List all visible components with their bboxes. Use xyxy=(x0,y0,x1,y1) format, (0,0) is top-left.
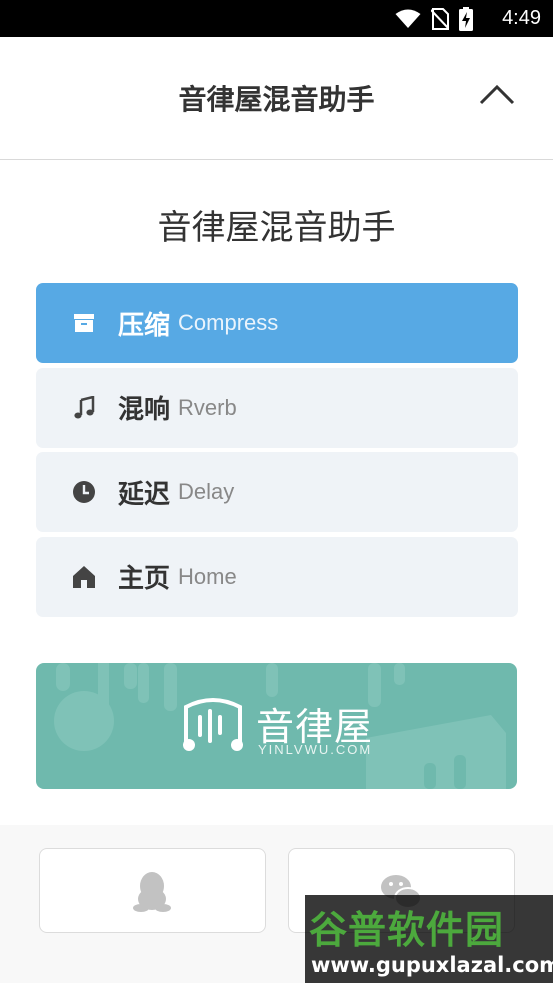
brand-banner[interactable]: 音律屋 YINLVWU.COM xyxy=(36,663,517,789)
no-sim-icon xyxy=(431,8,449,30)
menu-item-home[interactable]: 主页 Home xyxy=(36,536,518,617)
status-time: 4:49 xyxy=(502,7,541,29)
menu-item-zh: 延迟 xyxy=(118,479,171,510)
menu-item-label: 混响 Rverb xyxy=(118,368,237,448)
watermark-url: www.gupuxlazal.com xyxy=(311,953,553,977)
menu-item-label: 主页 Home xyxy=(118,537,237,617)
menu-item-en: Compress xyxy=(178,310,279,335)
menu-item-reverb[interactable]: 混响 Rverb xyxy=(36,367,518,448)
menu-item-zh: 压缩 xyxy=(118,310,171,341)
app-bar: 音律屋混音助手 xyxy=(0,37,553,160)
brand-url: YINLVWU.COM xyxy=(258,742,373,757)
menu-item-en: Delay xyxy=(178,479,235,504)
battery-charging-icon xyxy=(459,7,473,31)
menu-item-compress[interactable]: 压缩 Compress xyxy=(36,283,518,363)
page-heading: 音律屋混音助手 xyxy=(157,208,396,248)
wifi-icon xyxy=(395,9,421,28)
menu-item-label: 压缩 Compress xyxy=(118,283,278,363)
menu-item-en: Home xyxy=(178,563,237,589)
brand-logo-icon xyxy=(183,698,243,751)
home-icon xyxy=(73,565,95,588)
menu-item-en: Rverb xyxy=(178,394,237,420)
menu-item-label: 延迟 Delay xyxy=(118,452,234,532)
clock-icon xyxy=(73,481,95,503)
watermark: 谷普软件园 www.gupuxlazal.com xyxy=(305,895,553,983)
chevron-up-icon[interactable] xyxy=(477,79,517,109)
status-bar: 4:49 xyxy=(0,0,553,37)
menu-item-zh: 主页 xyxy=(118,564,171,594)
music-note-icon xyxy=(74,395,95,418)
qq-icon xyxy=(133,872,171,912)
menu-item-delay[interactable]: 延迟 Delay xyxy=(36,452,518,532)
status-icons xyxy=(395,7,473,31)
menu-item-zh: 混响 xyxy=(118,395,171,425)
watermark-title: 谷普软件园 xyxy=(309,908,505,952)
app-bar-title: 音律屋混音助手 xyxy=(178,83,375,116)
share-qq-button[interactable] xyxy=(39,848,266,933)
effect-menu: 压缩 Compress 混响 Rverb 延迟 Delay 主页 Home xyxy=(36,283,518,621)
archive-icon xyxy=(74,314,94,332)
